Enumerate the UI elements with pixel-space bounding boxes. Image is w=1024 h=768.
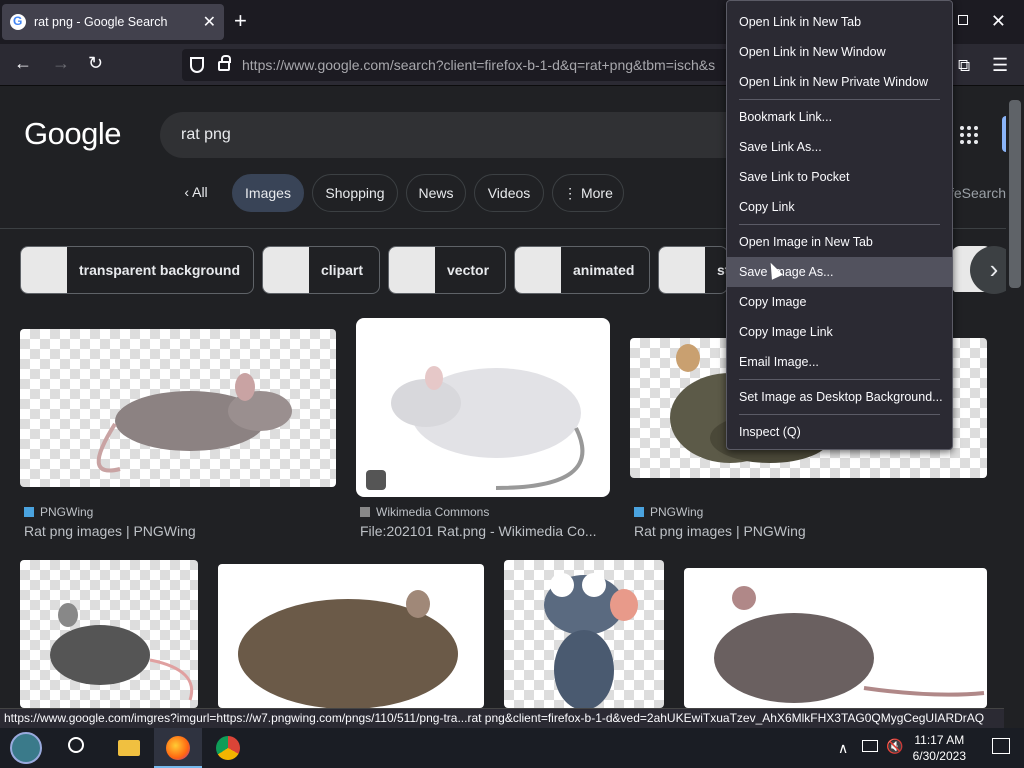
taskbar-firefox[interactable]: [154, 728, 202, 768]
menu-item-open-link-in-new-window[interactable]: Open Link in New Window: [727, 37, 952, 67]
menu-item-copy-image[interactable]: Copy Image: [727, 287, 952, 317]
image-badge-icon: [366, 470, 386, 490]
window-close-icon[interactable]: ✕: [991, 11, 1006, 32]
volume-muted-icon[interactable]: 🔇: [886, 738, 903, 755]
related-search-transparent[interactable]: transparent background: [20, 246, 254, 294]
menu-separator: [739, 99, 940, 100]
related-thumbnail: [21, 247, 67, 293]
tab-close-icon[interactable]: ✕: [203, 12, 216, 32]
menu-separator: [739, 379, 940, 380]
menu-item-email-image[interactable]: Email Image...: [727, 347, 952, 377]
menu-item-open-image-in-new-tab[interactable]: Open Image in New Tab: [727, 227, 952, 257]
menu-item-set-image-as-desktop-background[interactable]: Set Image as Desktop Background...: [727, 382, 952, 412]
result-caption[interactable]: File:202101 Rat.png - Wikimedia Co...: [360, 523, 597, 539]
tab-title: rat png - Google Search: [34, 15, 168, 29]
search-input[interactable]: rat png: [181, 126, 231, 144]
result-image-2[interactable]: [356, 318, 610, 497]
related-thumbnail: [389, 247, 435, 293]
related-search-animated[interactable]: animated: [514, 246, 650, 294]
result-caption[interactable]: Rat png images | PNGWing: [24, 523, 196, 539]
menu-item-save-link-to-pocket[interactable]: Save Link to Pocket: [727, 162, 952, 192]
taskbar-file-explorer[interactable]: [104, 728, 152, 768]
related-thumbnail: [263, 247, 309, 293]
rat-image: [238, 590, 458, 708]
tab-more[interactable]: ⋮ More: [552, 174, 624, 212]
rat-image: [544, 573, 638, 708]
related-thumbnail: [515, 247, 561, 293]
menu-hamburger-icon[interactable]: ☰: [992, 55, 1008, 76]
related-search-clipart[interactable]: clipart: [262, 246, 380, 294]
menu-item-save-image-as[interactable]: Save Image As...: [727, 257, 952, 287]
page-scrollbar[interactable]: [1006, 86, 1024, 708]
menu-item-save-link-as[interactable]: Save Link As...: [727, 132, 952, 162]
result-image-7[interactable]: [684, 568, 987, 708]
folder-icon: [118, 740, 140, 756]
tab-images[interactable]: Images: [232, 174, 304, 212]
context-menu: Open Link in New Tab Open Link in New Win…: [726, 0, 953, 450]
menu-item-bookmark-link[interactable]: Bookmark Link...: [727, 102, 952, 132]
apps-grid-icon[interactable]: [960, 126, 978, 144]
result-image-4[interactable]: [20, 560, 198, 708]
notifications-icon[interactable]: [992, 738, 1010, 754]
scrollbar-thumb[interactable]: [1009, 100, 1021, 288]
back-icon[interactable]: ←: [14, 53, 32, 74]
menu-item-open-link-in-new-private-window[interactable]: Open Link in New Private Window: [727, 67, 952, 97]
related-search-vector[interactable]: vector: [388, 246, 506, 294]
extensions-icon[interactable]: ⧉: [958, 56, 970, 76]
url-bar[interactable]: https://www.google.com/search?client=fir…: [182, 49, 730, 81]
tab-videos[interactable]: Videos: [474, 174, 544, 212]
result-source[interactable]: PNGWing: [24, 505, 93, 519]
google-logo[interactable]: Google: [24, 116, 121, 152]
menu-separator: [739, 414, 940, 415]
start-button[interactable]: [2, 728, 50, 768]
menu-item-copy-image-link[interactable]: Copy Image Link: [727, 317, 952, 347]
rat-image: [50, 603, 193, 701]
chrome-icon: [216, 736, 240, 760]
window-controls: ✕: [944, 0, 1024, 44]
safesearch-label[interactable]: feSearch: [950, 185, 1006, 201]
lock-icon[interactable]: [218, 55, 231, 71]
tracking-shield-icon[interactable]: [190, 57, 204, 73]
menu-item-open-link-in-new-tab[interactable]: Open Link in New Tab: [727, 7, 952, 37]
result-image-5[interactable]: [218, 564, 484, 708]
menu-item-copy-link[interactable]: Copy Link: [727, 192, 952, 222]
tab-all[interactable]: ‹ All: [164, 174, 228, 212]
result-image-1[interactable]: [20, 329, 336, 487]
rat-image: [714, 586, 985, 703]
url-text[interactable]: https://www.google.com/search?client=fir…: [242, 57, 726, 73]
google-favicon-icon: [10, 14, 26, 30]
search-box[interactable]: rat png: [160, 112, 740, 158]
taskbar: ∧ 🔇 11:17 AM 6/30/2023: [0, 728, 1024, 768]
menu-separator: [739, 224, 940, 225]
rat-image: [391, 366, 585, 490]
tab-news[interactable]: News: [406, 174, 466, 212]
related-search-partial[interactable]: st: [658, 246, 728, 294]
reload-icon[interactable]: ↻: [88, 53, 103, 74]
result-source[interactable]: PNGWing: [634, 505, 703, 519]
restore-icon[interactable]: [958, 15, 968, 25]
network-icon[interactable]: [862, 740, 878, 752]
firefox-icon: [166, 736, 190, 760]
link-status-bar: https://www.google.com/imgres?imgurl=htt…: [0, 708, 1004, 728]
search-icon: [68, 737, 84, 753]
related-thumbnail: [659, 247, 705, 293]
taskbar-search[interactable]: [54, 728, 102, 768]
taskbar-chrome[interactable]: [204, 728, 252, 768]
new-tab-button[interactable]: +: [234, 10, 247, 32]
start-orb-icon: [10, 732, 42, 764]
tab-shopping[interactable]: Shopping: [312, 174, 398, 212]
result-source[interactable]: Wikimedia Commons: [360, 505, 489, 519]
system-clock[interactable]: 11:17 AM 6/30/2023: [913, 732, 966, 764]
result-image-6[interactable]: [504, 560, 664, 708]
tab-active[interactable]: rat png - Google Search ✕: [2, 4, 224, 40]
rat-image: [96, 373, 292, 473]
tray-chevron-icon[interactable]: ∧: [838, 740, 848, 757]
forward-icon[interactable]: →: [52, 53, 70, 74]
menu-item-inspect-q[interactable]: Inspect (Q): [727, 417, 952, 447]
result-caption[interactable]: Rat png images | PNGWing: [634, 523, 806, 539]
